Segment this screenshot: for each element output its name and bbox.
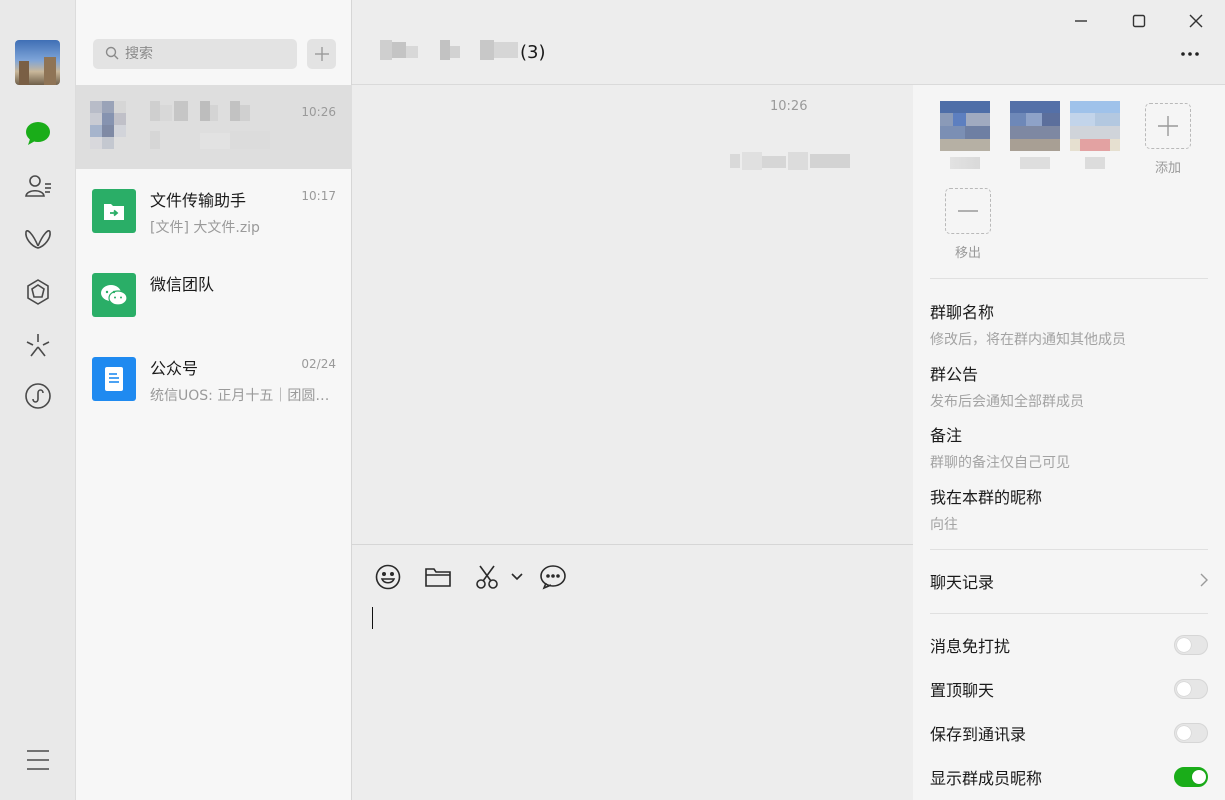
chat-member-count: (3) bbox=[520, 42, 546, 63]
save-contacts-toggle-row: 保存到通讯录 bbox=[930, 721, 1208, 745]
group-info-panel: 添加 移出 群聊名称 修改后，将在群内通知其他成员 群公告 发布后会通知全部群成… bbox=[913, 85, 1225, 800]
chat-area: (3) 10:26 bbox=[352, 0, 1225, 800]
chat-history-label: 聊天记录 bbox=[930, 573, 995, 592]
butterfly-icon[interactable] bbox=[23, 224, 53, 254]
message-composer bbox=[352, 544, 913, 800]
more-options-icon[interactable] bbox=[1178, 44, 1202, 64]
my-group-nickname-setting[interactable]: 我在本群的昵称 向往 bbox=[930, 484, 1042, 534]
contacts-icon[interactable] bbox=[23, 171, 53, 201]
setting-subtitle: 群聊的备注仅自己可见 bbox=[930, 455, 1070, 471]
emoji-icon[interactable] bbox=[372, 563, 404, 591]
conversation-item[interactable]: 公众号 02/24 统信UOS: 正月十五｜团圆… bbox=[76, 337, 352, 421]
blurred-system-message bbox=[730, 152, 850, 170]
blurred-preview bbox=[150, 129, 270, 149]
search-input[interactable] bbox=[125, 46, 285, 62]
avatar bbox=[940, 101, 990, 151]
save-contacts-toggle[interactable] bbox=[1174, 723, 1208, 743]
official-accounts-icon bbox=[92, 357, 136, 401]
conversation-name: 微信团队 bbox=[150, 275, 215, 294]
conversation-preview: 统信UOS: 正月十五｜团圆… bbox=[150, 388, 330, 404]
conversation-preview: [文件] 大文件.zip bbox=[150, 220, 260, 236]
pin-toggle[interactable] bbox=[1174, 679, 1208, 699]
add-member-button[interactable]: 添加 bbox=[1145, 103, 1191, 176]
add-label: 添加 bbox=[1154, 161, 1181, 176]
member-avatar[interactable] bbox=[1010, 101, 1060, 169]
maximize-icon[interactable] bbox=[1124, 8, 1154, 34]
show-nicknames-toggle-row: 显示群成员昵称 bbox=[930, 765, 1208, 789]
mini-program-icon[interactable] bbox=[23, 381, 53, 411]
setting-subtitle: 向往 bbox=[930, 517, 958, 533]
minus-icon bbox=[945, 188, 991, 234]
conversation-name: 公众号 bbox=[150, 359, 199, 378]
text-cursor[interactable] bbox=[372, 607, 373, 629]
toggle-label: 置顶聊天 bbox=[930, 681, 995, 700]
setting-title: 我在本群的昵称 bbox=[930, 488, 1043, 507]
conversation-item[interactable]: 文件传输助手 10:17 [文件] 大文件.zip bbox=[76, 169, 352, 253]
group-name-setting[interactable]: 群聊名称 修改后，将在群内通知其他成员 bbox=[930, 299, 1126, 349]
close-icon[interactable] bbox=[1181, 8, 1211, 34]
setting-title: 备注 bbox=[930, 426, 963, 445]
mute-toggle-row: 消息免打扰 bbox=[930, 633, 1208, 657]
group-notice-setting[interactable]: 群公告 发布后会通知全部群成员 bbox=[930, 361, 1084, 411]
chevron-down-icon[interactable] bbox=[506, 563, 528, 591]
avatar bbox=[1010, 101, 1060, 151]
minimize-icon[interactable] bbox=[1066, 8, 1096, 34]
setting-subtitle: 发布后会通知全部群成员 bbox=[930, 394, 1084, 410]
member-avatar[interactable] bbox=[940, 101, 990, 169]
avatar[interactable] bbox=[15, 40, 60, 85]
member-avatar[interactable] bbox=[1070, 101, 1120, 169]
setting-title: 群聊名称 bbox=[930, 303, 995, 322]
chat-bubble-icon[interactable] bbox=[23, 118, 53, 148]
hamburger-menu-icon[interactable] bbox=[26, 748, 50, 772]
conversation-item[interactable]: 微信团队 bbox=[76, 253, 352, 337]
folder-icon[interactable] bbox=[422, 563, 454, 591]
blurred-member-name bbox=[1085, 157, 1105, 169]
toggle-label: 消息免打扰 bbox=[930, 637, 1011, 656]
conversation-name: 文件传输助手 bbox=[150, 191, 247, 210]
conversation-item[interactable]: 10:26 bbox=[76, 85, 352, 169]
divider bbox=[930, 549, 1208, 550]
setting-subtitle: 修改后，将在群内通知其他成员 bbox=[930, 332, 1126, 348]
divider bbox=[930, 278, 1208, 279]
avatar bbox=[1070, 101, 1120, 151]
conversation-time: 02/24 bbox=[301, 357, 336, 371]
chat-history-row[interactable]: 聊天记录 bbox=[930, 569, 1208, 593]
group-remark-setting[interactable]: 备注 群聊的备注仅自己可见 bbox=[930, 422, 1070, 472]
conversation-time: 10:26 bbox=[301, 105, 336, 119]
sparkle-icon[interactable] bbox=[23, 330, 53, 360]
chevron-right-icon bbox=[1200, 572, 1208, 591]
remove-member-button[interactable]: 移出 bbox=[945, 188, 991, 261]
setting-title: 群公告 bbox=[930, 365, 979, 384]
plus-icon bbox=[1145, 103, 1191, 149]
file-transfer-icon bbox=[92, 189, 136, 233]
blurred-name bbox=[150, 101, 270, 121]
remove-label: 移出 bbox=[954, 246, 981, 261]
toggle-label: 保存到通讯录 bbox=[930, 725, 1027, 744]
show-nicknames-toggle[interactable] bbox=[1174, 767, 1208, 787]
blurred-chat-title bbox=[380, 40, 520, 60]
search-icon bbox=[105, 45, 119, 64]
scissors-icon[interactable] bbox=[472, 563, 502, 591]
pin-toggle-row: 置顶聊天 bbox=[930, 677, 1208, 701]
toggle-label: 显示群成员昵称 bbox=[930, 769, 1043, 788]
blurred-member-name bbox=[1020, 157, 1050, 169]
wechat-team-icon bbox=[92, 273, 136, 317]
comment-icon[interactable] bbox=[538, 563, 568, 591]
search-box[interactable] bbox=[93, 39, 297, 69]
mute-toggle[interactable] bbox=[1174, 635, 1208, 655]
blurred-member-name bbox=[950, 157, 980, 169]
group-avatar bbox=[90, 101, 140, 151]
message-timestamp: 10:26 bbox=[770, 99, 808, 114]
divider bbox=[930, 613, 1208, 614]
hexagon-star-icon[interactable] bbox=[23, 277, 53, 307]
conversation-list: 10:26 文件传输助手 10:17 [文件] 大文件.zip 微信团队 公众号… bbox=[76, 0, 352, 800]
nav-rail bbox=[0, 0, 76, 800]
conversation-time: 10:17 bbox=[301, 189, 336, 203]
add-button[interactable] bbox=[307, 39, 336, 69]
